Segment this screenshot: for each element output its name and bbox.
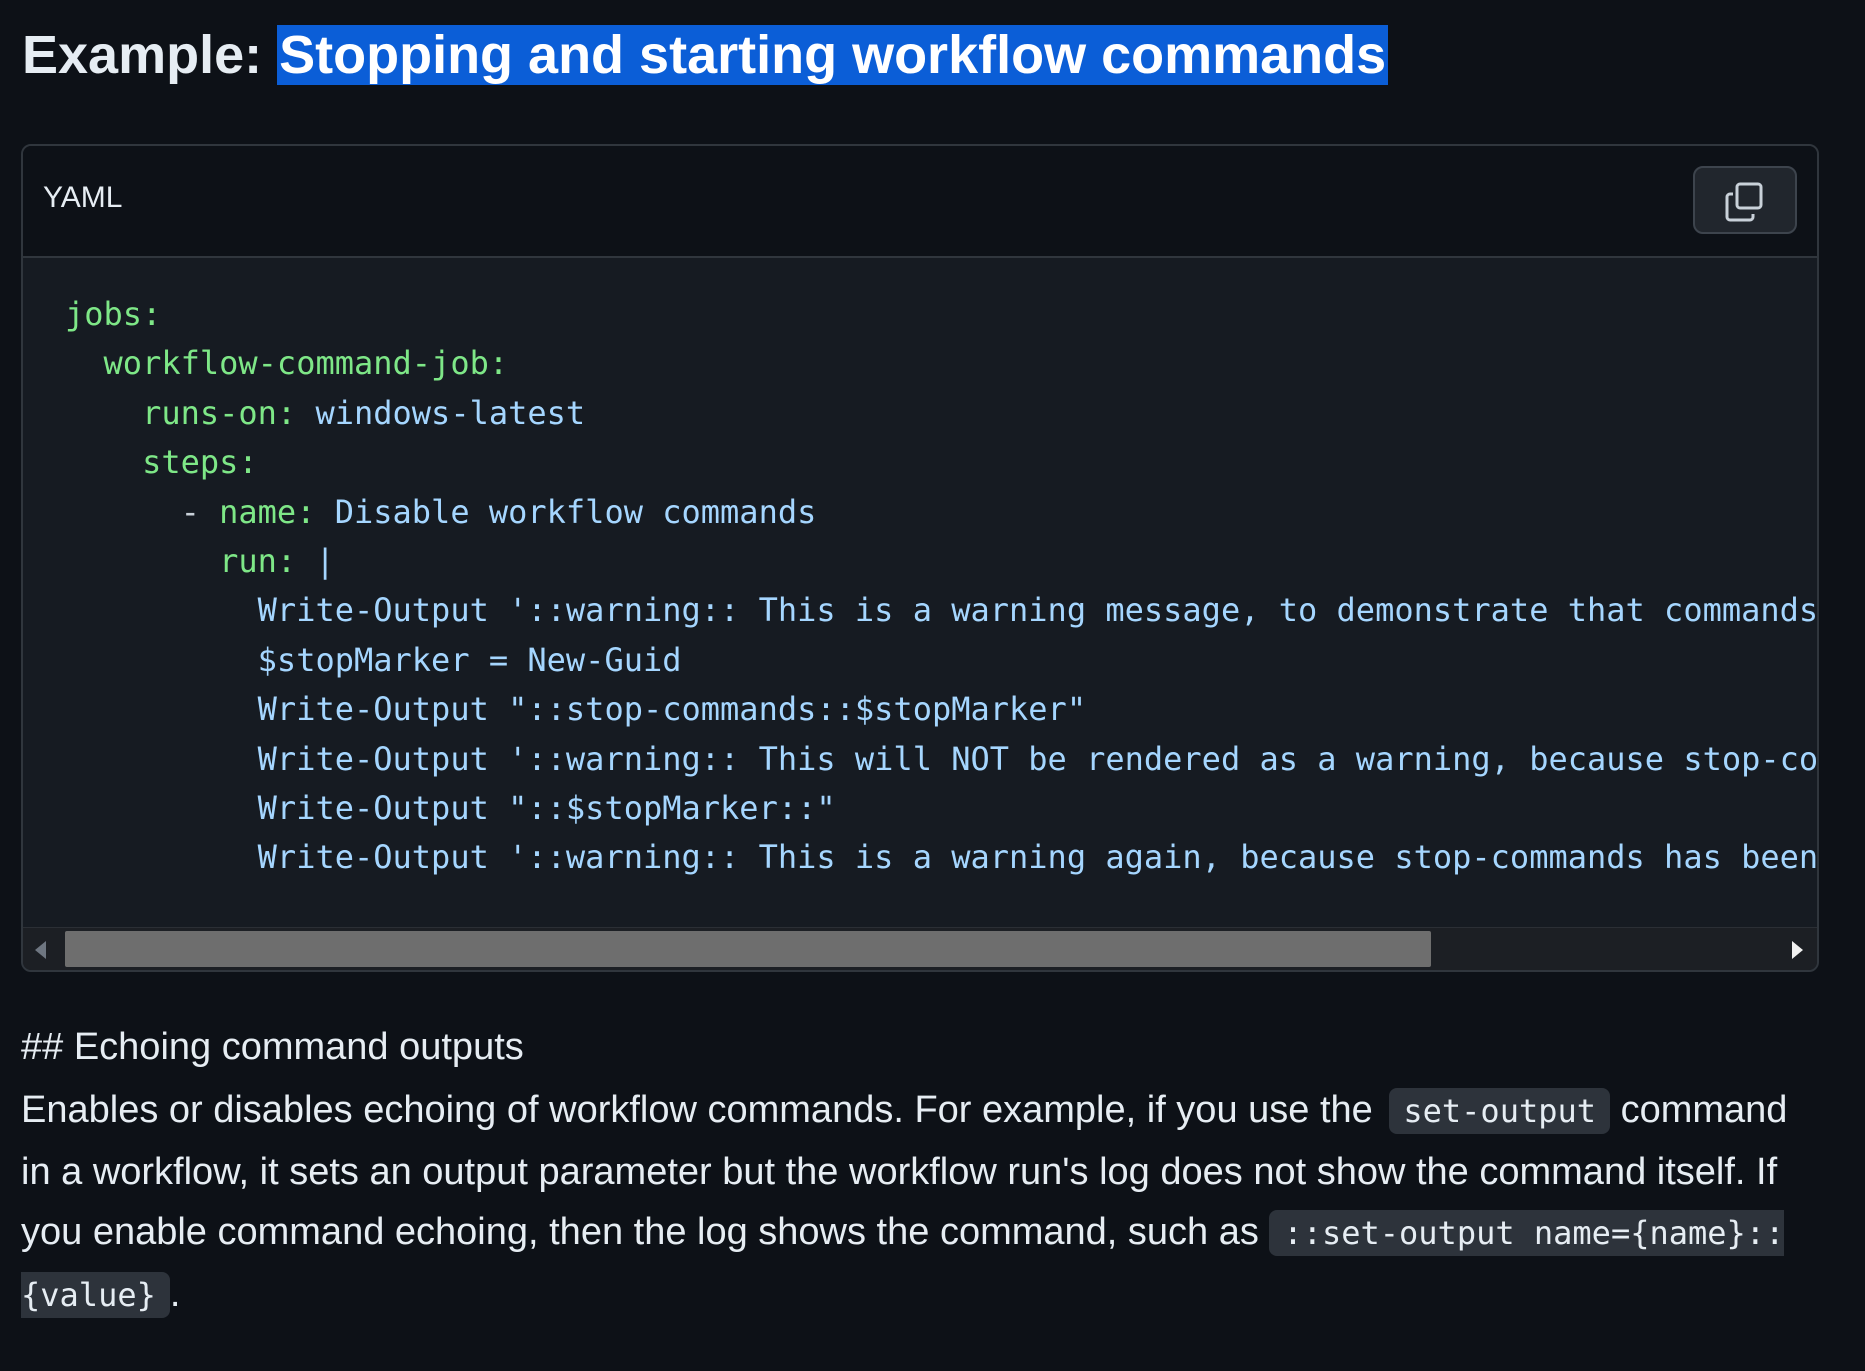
horizontal-scrollbar[interactable]	[23, 927, 1817, 970]
scroll-right-arrow-icon[interactable]	[1792, 941, 1803, 959]
code-block-header: YAML	[23, 146, 1817, 258]
code-line: workflow-command-job:	[103, 344, 509, 383]
docs-page: Example: Stopping and starting workflow …	[0, 0, 1865, 1371]
inline-code-set-output-example: ::set-	[1269, 1210, 1400, 1256]
code-line: - name: Disable workflow commands	[65, 492, 817, 531]
code-line: jobs:	[65, 295, 162, 333]
code-line: run: |	[219, 541, 335, 580]
section-title: ## Echoing command outputs	[21, 1026, 524, 1068]
code-line: Write-Output '::warning:: This is a warn…	[257, 591, 1817, 630]
code-language-label: YAML	[43, 181, 123, 214]
code-block: YAML jobs: workflow-command-job: runs-on…	[21, 144, 1819, 972]
code-body[interactable]: jobs: workflow-command-job: runs-on: win…	[23, 258, 1817, 970]
code-line: Write-Output '::warning:: This is a warn…	[257, 838, 1817, 877]
code-line: Write-Output "::stop-commands::$stopMark…	[257, 690, 1087, 729]
paragraph: Enables or disables echoing of workflow …	[21, 1080, 1821, 1325]
copy-icon	[1725, 182, 1763, 222]
code-line: Write-Output '::warning:: This will NOT …	[257, 739, 1817, 778]
code-line: Write-Output "::$stopMarker::"	[257, 788, 836, 827]
page-heading: Example: Stopping and starting workflow …	[22, 14, 1389, 96]
code-lines: jobs: workflow-command-job: runs-on: win…	[65, 290, 1817, 883]
scrollbar-thumb[interactable]	[65, 931, 1431, 967]
scroll-left-arrow-icon[interactable]	[35, 941, 46, 959]
heading-prefix: Example:	[22, 25, 278, 85]
paragraph-text: Enables or disables echoing of workflow …	[21, 1089, 1373, 1131]
paragraph-period: .	[169, 1272, 181, 1315]
inline-code-set-output: set-output	[1389, 1088, 1611, 1134]
code-line: $stopMarker = New-Guid	[257, 640, 682, 679]
code-line: runs-on: windows-latest	[142, 393, 586, 432]
copy-button[interactable]	[1693, 166, 1797, 234]
code-line: steps:	[142, 443, 258, 482]
heading-selected-text[interactable]: Stopping and starting workflow commands	[277, 25, 1389, 85]
